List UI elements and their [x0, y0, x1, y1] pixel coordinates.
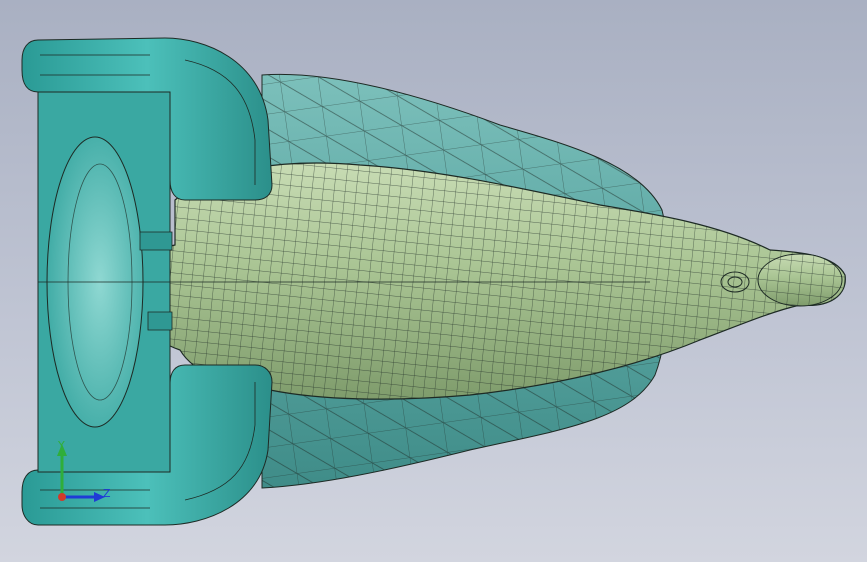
triad-y-label: Y	[57, 439, 65, 452]
3d-viewport[interactable]: Y Z	[0, 0, 867, 562]
model-scene: Y Z	[21, 37, 846, 526]
triad-z-label: Z	[103, 487, 111, 500]
